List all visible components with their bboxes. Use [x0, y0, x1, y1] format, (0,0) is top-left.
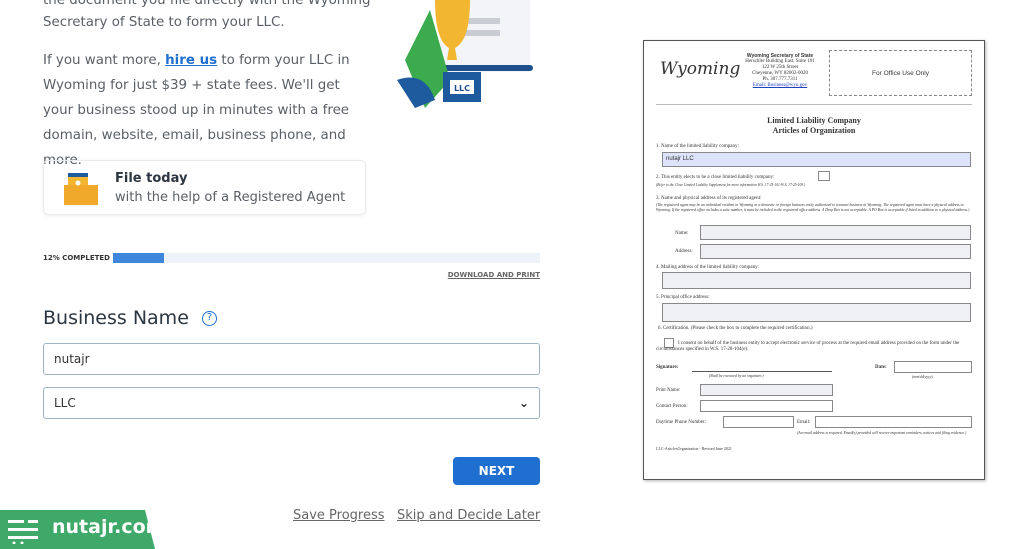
- save-progress-link[interactable]: Save Progress: [293, 508, 385, 523]
- contact-label: Contact Person:: [656, 404, 688, 409]
- phone-field: [723, 416, 794, 428]
- principal-office-field: [662, 303, 971, 322]
- signature-label: Signature:: [656, 365, 679, 370]
- email-note: (An email address is required. Email(s) …: [797, 431, 967, 435]
- date-note: (mm/dd/yyyy): [912, 375, 933, 379]
- q1-label: 1. Name of the limited liability company…: [656, 144, 739, 149]
- registered-agent-card[interactable]: File today with the help of a Registered…: [43, 160, 366, 215]
- doc-footer: LLC-ArticlesOrganization - Revised June …: [656, 446, 732, 451]
- signature-note: (Shall be executed by an organizer.): [709, 374, 764, 378]
- intro-paragraph: If you want more, hire us to form your L…: [43, 53, 350, 168]
- card-subtitle: with the help of a Registered Agent: [115, 190, 346, 205]
- entity-type-value: LLC: [54, 396, 76, 410]
- email-label: Email:: [797, 420, 811, 425]
- skip-link[interactable]: Skip and Decide Later: [397, 508, 540, 523]
- email-field: [815, 416, 972, 428]
- progress-fill: [113, 253, 165, 263]
- page-title: Business Name: [43, 307, 189, 329]
- q3-label: 3. Name and physical address of its regi…: [656, 196, 762, 201]
- folder-icon: [64, 173, 98, 205]
- watermark-logo: nutajr.com: [0, 510, 155, 549]
- agent-address-label: Address:: [675, 249, 693, 254]
- entity-type-select[interactable]: LLC ⌄: [43, 387, 540, 419]
- q3-note: (The registered agent may be an individu…: [656, 203, 970, 212]
- agent-name-field: [700, 225, 971, 240]
- watermark-text: nutajr.com: [52, 516, 166, 538]
- llc-badge: LLC: [454, 84, 470, 93]
- agent-name-label: Name:: [675, 231, 689, 236]
- q5-label: 5. Principal office address:: [656, 295, 710, 300]
- q2-note: (Refer to the Close Limited Liability Su…: [656, 183, 806, 187]
- wyoming-logo: Wyoming: [660, 59, 741, 79]
- chevron-down-icon: ⌄: [518, 396, 529, 410]
- mailing-address-field: [662, 272, 971, 289]
- print-name-label: Print Name:: [656, 388, 681, 393]
- progress-bar: [113, 253, 540, 263]
- progress-label: 12% COMPLETED: [43, 254, 110, 262]
- print-name-field: [700, 384, 833, 396]
- trophy-illustration: LLC: [397, 0, 533, 108]
- date-field: [894, 361, 972, 373]
- agent-address-field: [700, 244, 971, 259]
- logo-icon: [8, 520, 38, 544]
- date-label: Date:: [875, 365, 887, 370]
- download-and-print-link[interactable]: DOWNLOAD AND PRINT: [448, 271, 540, 279]
- help-icon[interactable]: ?: [202, 311, 217, 326]
- card-title: File today: [115, 171, 188, 186]
- hire-us-link[interactable]: hire us: [165, 53, 217, 68]
- business-name-input[interactable]: nutajr: [43, 343, 540, 375]
- q4-label: 4. Mailing address of the limited liabil…: [656, 265, 760, 270]
- articles-of-organization-document: Wyoming Wyoming Secretary of State Hersc…: [643, 40, 985, 480]
- office-use-box: For Office Use Only: [829, 50, 972, 96]
- next-button[interactable]: NEXT: [453, 457, 540, 485]
- contact-field: [700, 400, 833, 412]
- q2-label: 2. This entity elects to be a close limi…: [656, 175, 775, 180]
- close-llc-checkbox: [818, 171, 830, 181]
- q1-field: nutajr LLC: [662, 152, 971, 167]
- q6-label: 6. Certification. (Please check the box …: [658, 326, 813, 331]
- doc-subtitle: Articles of Organization: [772, 126, 856, 135]
- doc-title: Limited Liability Company: [767, 116, 861, 125]
- phone-label: Daytime Phone Number:: [656, 420, 706, 425]
- office-address: Wyoming Secretary of State Herschler Bui…: [745, 53, 815, 88]
- consent-text: I consent on behalf of the business enti…: [656, 341, 960, 352]
